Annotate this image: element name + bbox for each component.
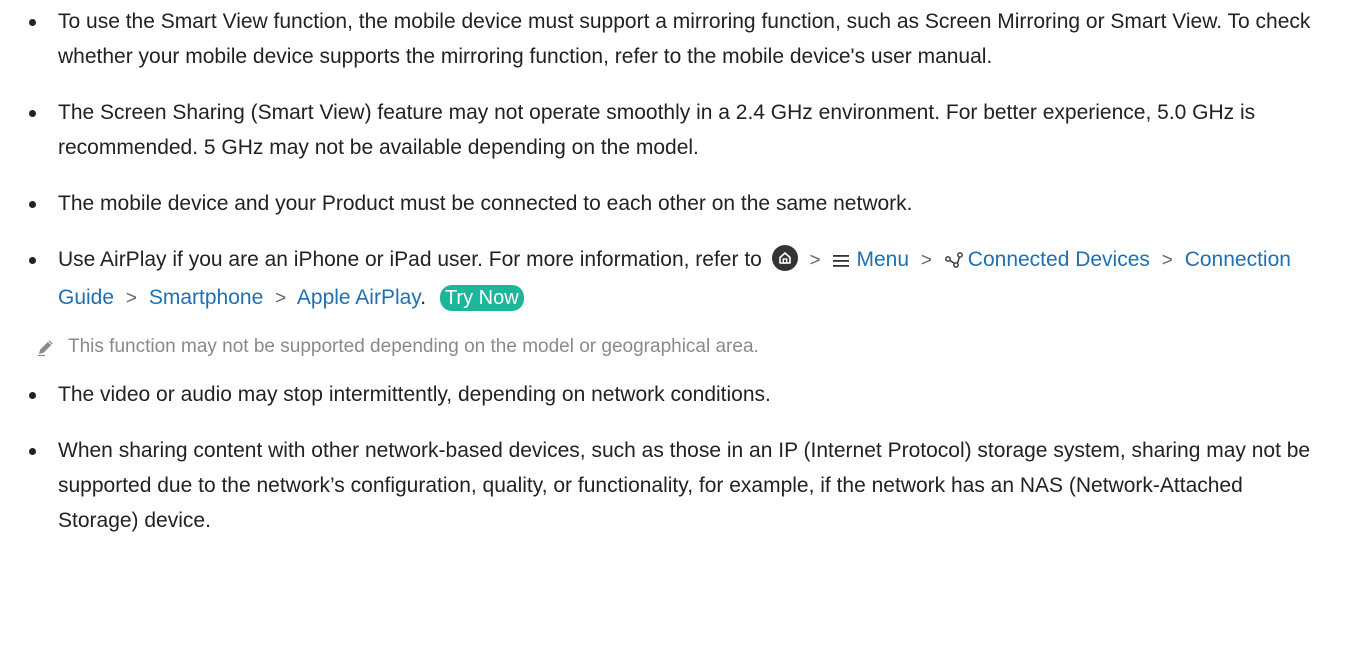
apple-airplay-link[interactable]: Apple AirPlay — [297, 286, 420, 309]
list-item: The Screen Sharing (Smart View) feature … — [0, 95, 1345, 165]
note-text: This function may not be supported depen… — [68, 336, 759, 357]
bullet-dot — [29, 19, 36, 26]
list-item: When sharing content with other network-… — [0, 433, 1345, 538]
bullet-text: The video or audio may stop intermittent… — [58, 383, 771, 406]
list-item-airplay: Use AirPlay if you are an iPhone or iPad… — [0, 242, 1345, 316]
chevron-right-icon: > — [920, 250, 932, 271]
chevron-right-icon: > — [275, 288, 287, 309]
try-now-button[interactable]: Try Now — [439, 285, 524, 311]
list-item: The video or audio may stop intermittent… — [0, 377, 1345, 412]
bullet-dot — [29, 110, 36, 117]
connected-devices-icon — [944, 245, 964, 280]
bullet-text: When sharing content with other network-… — [58, 439, 1311, 532]
bullet-text: The mobile device and your Product must … — [58, 192, 913, 215]
home-icon[interactable] — [771, 245, 798, 271]
bullet-text: The Screen Sharing (Smart View) feature … — [58, 101, 1256, 159]
bullet-list: To use the Smart View function, the mobi… — [0, 4, 1345, 538]
pencil-icon — [36, 337, 56, 367]
bullet-dot — [29, 257, 36, 264]
bullet-text: To use the Smart View function, the mobi… — [58, 10, 1311, 68]
bullet-text: Use AirPlay if you are an iPhone or iPad… — [58, 248, 762, 271]
bullet-dot — [29, 392, 36, 399]
list-item: To use the Smart View function, the mobi… — [0, 4, 1345, 74]
bullet-dot — [29, 201, 36, 208]
bullet-dot — [29, 448, 36, 455]
note: This function may not be supported depen… — [0, 332, 1345, 362]
menu-icon — [832, 244, 850, 279]
chevron-right-icon: > — [125, 288, 137, 309]
connected-devices-link[interactable]: Connected Devices — [968, 248, 1150, 271]
menu-link[interactable]: Menu — [856, 248, 909, 271]
list-item: The mobile device and your Product must … — [0, 186, 1345, 221]
document-page: To use the Smart View function, the mobi… — [0, 4, 1345, 654]
smartphone-link[interactable]: Smartphone — [149, 286, 263, 309]
period: . — [420, 286, 427, 309]
chevron-right-icon: > — [809, 250, 821, 271]
chevron-right-icon: > — [1161, 250, 1173, 271]
